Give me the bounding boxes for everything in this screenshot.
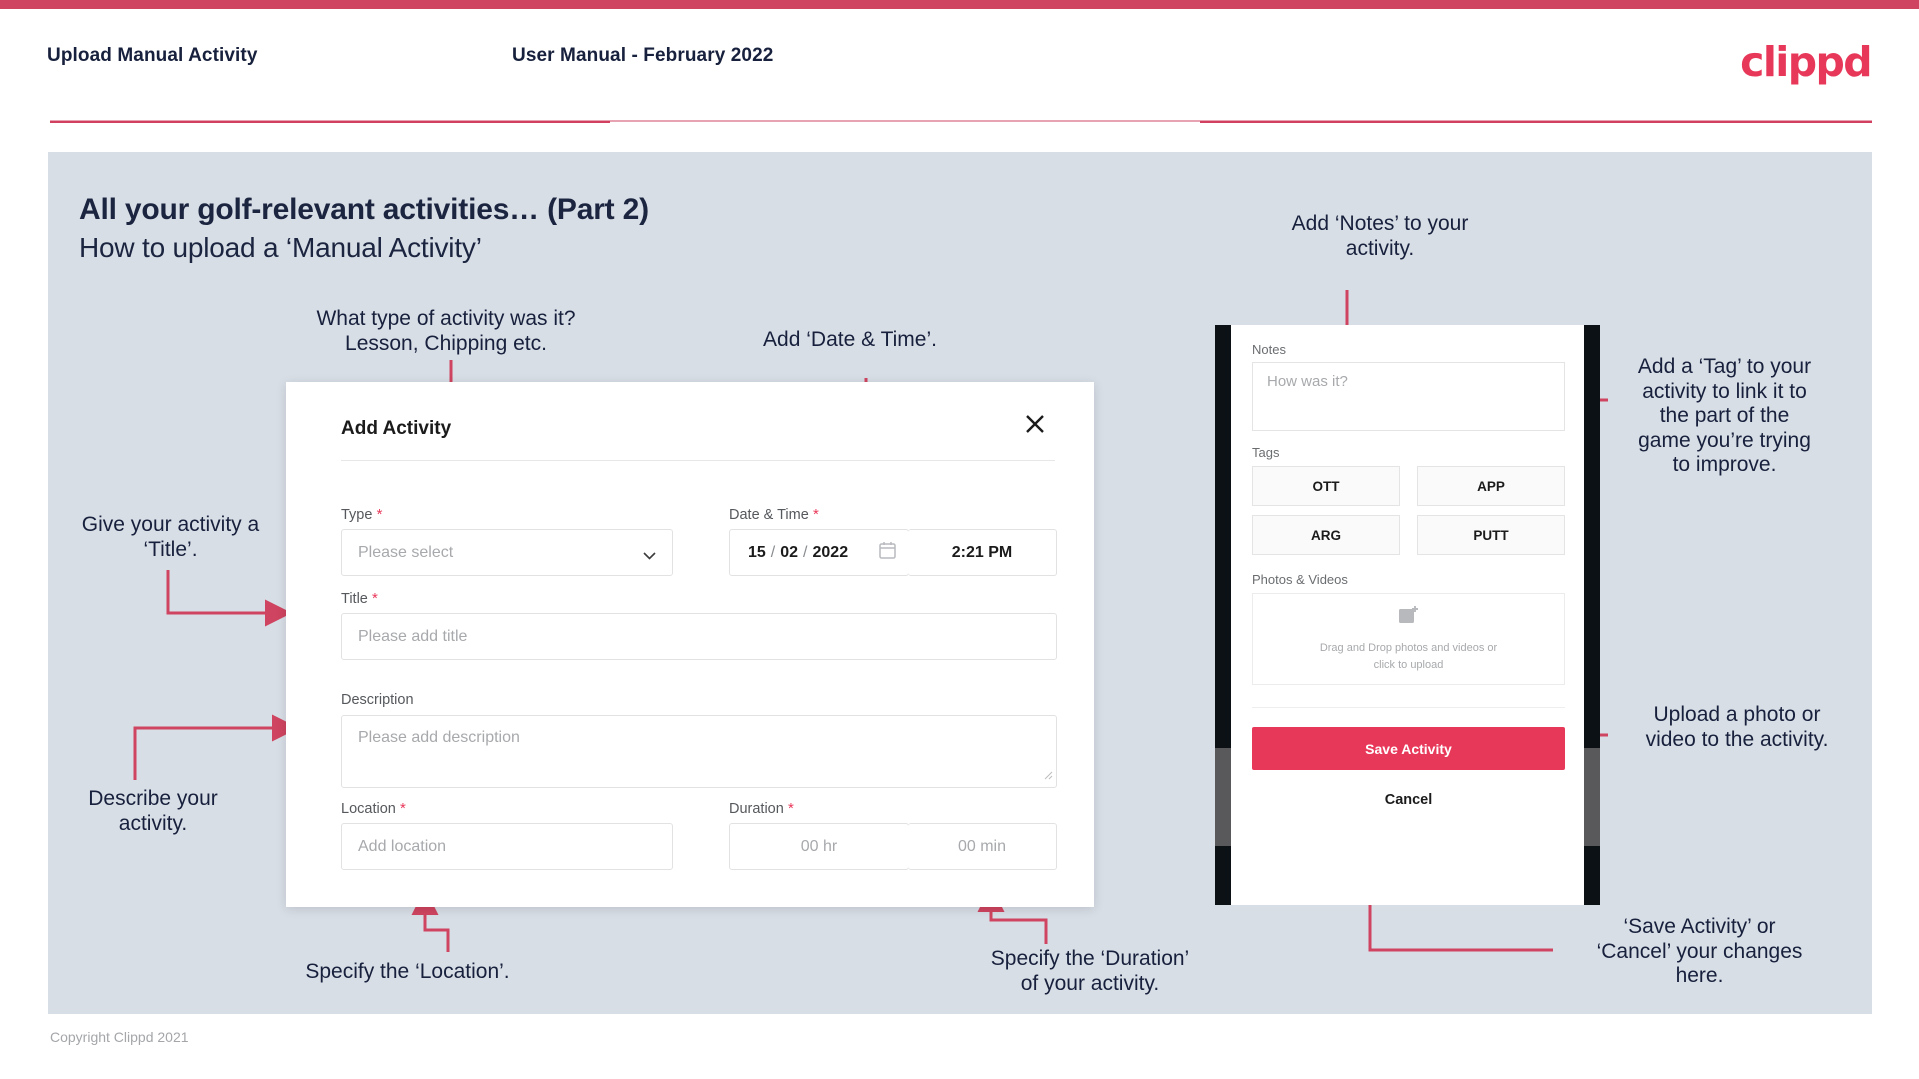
notes-label: Notes — [1252, 342, 1286, 357]
annotation-type: What type of activity was it? Lesson, Ch… — [316, 307, 576, 355]
footer-copyright: Copyright Clippd 2021 — [50, 1029, 189, 1045]
annotation-save-cancel: ‘Save Activity’ or ‘Cancel’ your changes… — [1596, 915, 1803, 988]
date-month: 02 — [780, 543, 799, 561]
photo-dropzone[interactable]: Drag and Drop photos and videos or click… — [1252, 593, 1565, 685]
notes-placeholder: How was it? — [1267, 373, 1348, 390]
photos-videos-label: Photos & Videos — [1252, 572, 1348, 587]
duration-label: Duration * — [729, 800, 794, 817]
calendar-icon[interactable] — [879, 541, 896, 564]
duration-hours-input[interactable]: 00 hr — [729, 823, 909, 870]
location-input[interactable]: Add location — [341, 823, 673, 870]
save-activity-button[interactable]: Save Activity — [1252, 727, 1565, 770]
description-label: Description — [341, 692, 414, 708]
slide-page: Upload Manual Activity User Manual - Feb… — [0, 0, 1919, 1079]
header-divider-right — [1200, 121, 1872, 123]
description-placeholder: Please add description — [358, 729, 520, 746]
phone-divider — [1252, 707, 1565, 708]
page-subtitle: How to upload a ‘Manual Activity’ — [79, 232, 482, 263]
annotation-datetime: Add ‘Date & Time’. — [763, 328, 937, 351]
page-title: All your golf-relevant activities… (Part… — [79, 193, 649, 226]
date-sep-1: / — [770, 543, 776, 561]
time-value: 2:21 PM — [951, 543, 1013, 561]
dialog-divider — [341, 460, 1055, 461]
duration-hours-placeholder: 00 hr — [800, 837, 838, 855]
dropzone-line-2: click to upload — [1373, 658, 1444, 671]
phone-bezel-right-gray — [1584, 748, 1600, 846]
required-marker: * — [367, 590, 378, 607]
time-input[interactable]: 2:21 PM — [908, 529, 1057, 576]
title-placeholder: Please add title — [358, 627, 468, 645]
type-label: Type * — [341, 506, 383, 523]
location-label: Location * — [341, 800, 406, 817]
required-marker: * — [395, 800, 406, 817]
location-placeholder: Add location — [358, 837, 447, 855]
annotation-duration: Specify the ‘Duration’ of your activity. — [990, 947, 1190, 995]
phone-bezel-left-gray — [1215, 748, 1231, 846]
type-placeholder: Please select — [358, 543, 454, 561]
phone-mockup: Notes How was it? Tags OTT APP ARG PUTT … — [1215, 325, 1600, 905]
phone-bezel-left — [1215, 325, 1231, 905]
tags-label: Tags — [1252, 445, 1280, 460]
date-year: 2022 — [812, 543, 849, 561]
duration-minutes-input[interactable]: 00 min — [908, 823, 1057, 870]
header-center-title: User Manual - February 2022 — [512, 45, 774, 66]
cancel-button[interactable]: Cancel — [1252, 792, 1565, 808]
description-textarea[interactable]: Please add description — [341, 715, 1057, 788]
date-day: 15 — [748, 543, 766, 561]
annotation-description: Describe your activity. — [88, 787, 218, 835]
title-label: Title * — [341, 590, 378, 607]
annotation-location: Specify the ‘Location’. — [305, 960, 510, 983]
tag-putt[interactable]: PUTT — [1417, 515, 1565, 555]
tag-arg[interactable]: ARG — [1252, 515, 1400, 555]
dialog-title: Add Activity — [341, 418, 452, 439]
required-marker: * — [808, 506, 819, 523]
tag-app[interactable]: APP — [1417, 466, 1565, 506]
chevron-down-icon — [643, 549, 656, 560]
header-divider — [50, 121, 610, 123]
required-marker: * — [372, 506, 383, 523]
annotation-notes: Add ‘Notes’ to your activity. — [1291, 212, 1469, 260]
add-activity-dialog: Add Activity Type * Please select Date &… — [286, 382, 1094, 907]
close-icon[interactable] — [1018, 407, 1052, 441]
type-select[interactable]: Please select — [341, 529, 673, 576]
clippd-logo: clippd — [1740, 38, 1872, 86]
date-input[interactable]: 15 / 02 / 2022 — [729, 529, 909, 576]
dropzone-line-1: Drag and Drop photos and videos or — [1319, 642, 1498, 654]
annotation-tags: Add a ‘Tag’ to your activity to link it … — [1637, 355, 1812, 477]
tag-ott[interactable]: OTT — [1252, 466, 1400, 506]
resize-handle-icon[interactable] — [1043, 767, 1053, 785]
top-accent-bar — [0, 0, 1919, 9]
title-input[interactable]: Please add title — [341, 613, 1057, 660]
annotation-photos: Upload a photo or video to the activity. — [1645, 703, 1829, 751]
annotation-title: Give your activity a ‘Title’. — [81, 513, 260, 561]
header-left-title: Upload Manual Activity — [47, 45, 258, 66]
phone-screen: Notes How was it? Tags OTT APP ARG PUTT … — [1231, 325, 1584, 905]
date-sep-2: / — [803, 543, 808, 561]
add-image-icon — [1398, 605, 1420, 630]
duration-minutes-placeholder: 00 min — [957, 837, 1007, 855]
notes-textarea[interactable]: How was it? — [1252, 362, 1565, 431]
phone-bezel-right — [1584, 325, 1600, 905]
datetime-label: Date & Time * — [729, 506, 819, 523]
required-marker: * — [783, 800, 794, 817]
